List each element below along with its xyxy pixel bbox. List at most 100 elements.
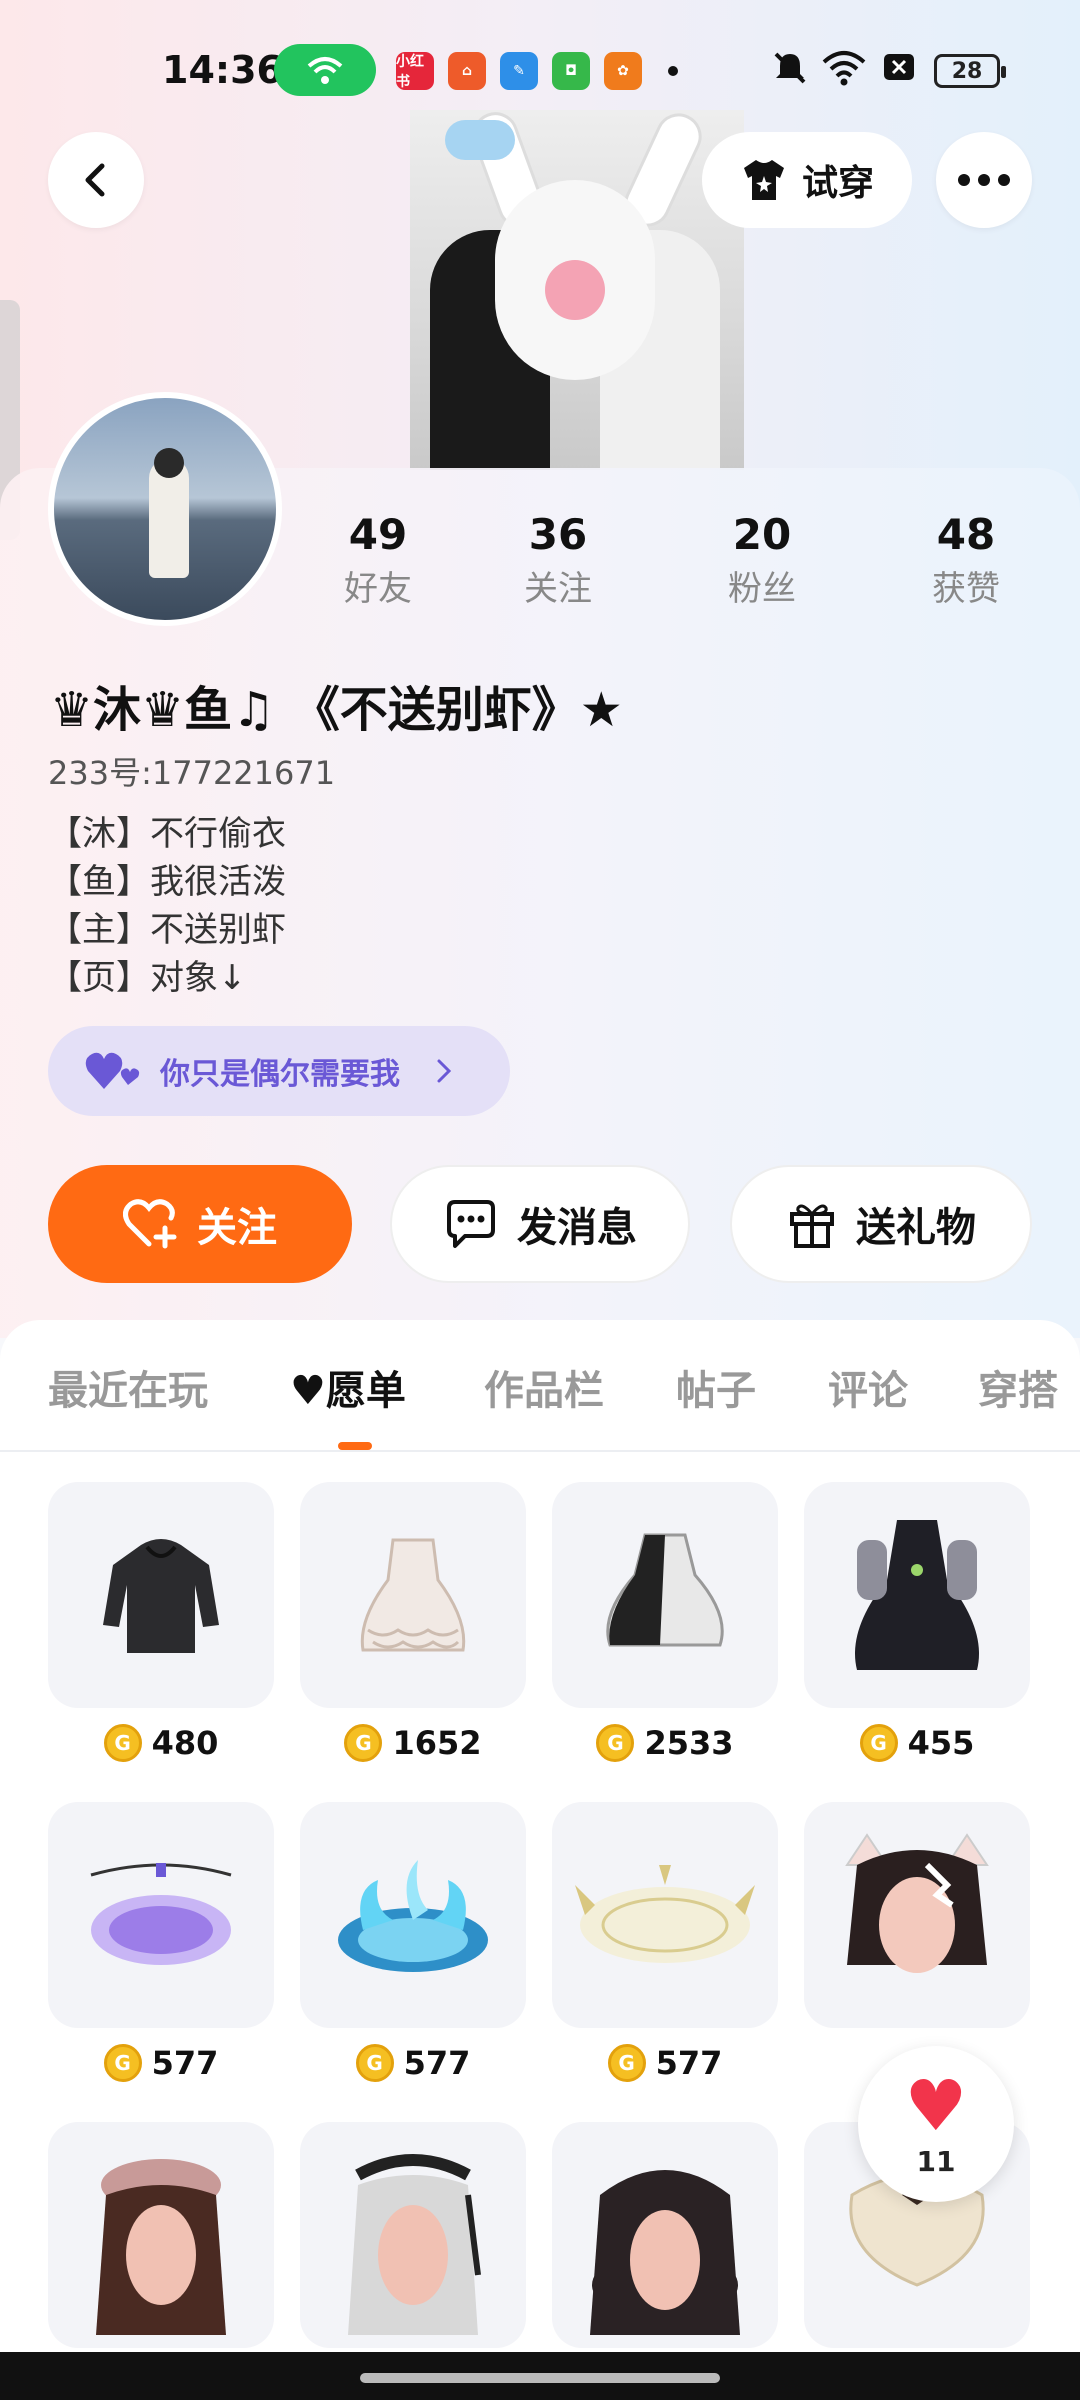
send-gift-button[interactable]: 送礼物 [730, 1165, 1032, 1283]
item-price-value: 577 [151, 2044, 219, 2082]
gold-magic-circle-image [575, 1865, 755, 1963]
item-price-value: 577 [403, 2044, 471, 2082]
more-dots-icon [958, 174, 1010, 186]
curly-black-hairstyle-image [590, 2170, 740, 2335]
chat-bubble-icon [447, 1200, 495, 1248]
tshirt-icon [743, 160, 784, 200]
coin-icon: G [355, 2044, 394, 2082]
item-price: G 480 [48, 1724, 274, 1762]
stat-following[interactable]: 36 关注 [488, 510, 628, 610]
beret-hairstyle-image [96, 2159, 226, 2335]
profile-tag-pill[interactable]: 你只是偶尔需要我 [48, 1026, 510, 1116]
wifi-icon [822, 50, 866, 95]
black-white-dress-image [606, 1533, 724, 1647]
chevron-left-icon [85, 163, 105, 197]
stat-likes[interactable]: 48 获赞 [896, 510, 1036, 610]
purple-magic-circle-image [90, 1863, 232, 1965]
character-avatar-hero [410, 110, 744, 470]
like-button[interactable]: ♥ 11 [858, 2046, 1014, 2202]
black-hoodie-image [103, 1539, 219, 1653]
green-app-icon: ◘ [552, 52, 590, 90]
status-bar: 14:36 小红书 ⌂ ✎ ◘ ✿ 28 [0, 0, 1080, 140]
stat-friends-count: 49 [348, 510, 408, 559]
status-time: 14:36 [162, 48, 283, 92]
avatar[interactable] [48, 392, 282, 626]
bio-line: 【页】对象↓ [48, 958, 247, 998]
wishlist-item[interactable] [300, 1802, 526, 2028]
item-price-value: 480 [151, 1724, 219, 1762]
item-price: G 577 [300, 2044, 526, 2082]
feather-app-icon: ✎ [500, 52, 538, 90]
tab-wishlist[interactable]: ♥愿单 [290, 1358, 406, 1416]
gift-icon [790, 1204, 834, 1248]
stat-following-count: 36 [528, 510, 588, 559]
coin-icon: G [103, 1724, 142, 1762]
orange-app-icon: ✿ [604, 52, 642, 90]
hearts-icon [85, 1052, 140, 1089]
wishlist-item[interactable] [300, 2122, 526, 2348]
stat-followers-label: 粉丝 [728, 569, 796, 609]
message-button[interactable]: 发消息 [390, 1165, 690, 1283]
wishlist-item[interactable] [300, 1482, 526, 1708]
item-price: G 455 [804, 1724, 1030, 1762]
wishlist-item[interactable] [48, 1802, 274, 2028]
item-price-value: 455 [907, 1724, 975, 1762]
item-price: G 577 [552, 2044, 778, 2082]
bio-line: 【沐】不行偷衣 [48, 814, 286, 854]
white-lolita-dress-image [360, 1538, 466, 1652]
home-indicator[interactable] [360, 2373, 720, 2383]
item-price-value: 1652 [392, 1724, 482, 1762]
chevron-right-icon [437, 1059, 452, 1083]
cat-ear-hairstyle-image [845, 1833, 989, 1973]
wishlist-item[interactable] [552, 1802, 778, 2028]
item-price-value: 577 [655, 2044, 723, 2082]
blue-flame-circle-image [338, 1860, 488, 1972]
stat-likes-count: 48 [936, 510, 996, 559]
stat-followers[interactable]: 20 粉丝 [692, 510, 832, 610]
xiaohongshu-app-icon: 小红书 [396, 52, 434, 90]
tab-works[interactable]: 作品栏 [484, 1358, 604, 1416]
dark-gothic-dress-image [855, 1520, 979, 1670]
tab-comments[interactable]: 评论 [828, 1358, 908, 1416]
stat-friends[interactable]: 49 好友 [308, 510, 448, 610]
stat-likes-label: 获赞 [932, 569, 1000, 609]
item-price-value: 2533 [644, 1724, 734, 1762]
tab-posts[interactable]: 帖子 [676, 1358, 756, 1416]
coin-icon: G [344, 1724, 383, 1762]
send-gift-label: 送礼物 [856, 1205, 976, 1251]
profile-name: ♛沐♛鱼♫ 《不送别虾》★ [50, 682, 623, 738]
stat-following-label: 关注 [524, 569, 592, 609]
tab-outfits[interactable]: 穿搭 [978, 1358, 1058, 1416]
try-on-label: 试穿 [801, 163, 874, 204]
heart-plus-icon [123, 1199, 177, 1249]
profile-bio: 【沐】不行偷衣 【鱼】我很活泼 【主】不送别虾 【页】对象↓ [48, 810, 286, 1002]
store-app-icon: ⌂ [448, 52, 486, 90]
wishlist-item[interactable] [804, 1802, 1030, 2028]
back-button[interactable] [48, 132, 144, 228]
profile-uid[interactable]: 233号:177221671 [48, 748, 335, 794]
item-price: G 2533 [552, 1724, 778, 1762]
item-price: G 1652 [300, 1724, 526, 1762]
hotspot-pill-icon [274, 44, 376, 96]
tab-recently-played[interactable]: 最近在玩 [48, 1358, 208, 1416]
battery-icon: 28 [934, 54, 1006, 88]
follow-button[interactable]: 关注 [48, 1165, 352, 1283]
profile-tag-text: 你只是偶尔需要我 [160, 1057, 400, 1092]
bio-line: 【主】不送别虾 [48, 910, 286, 950]
silver-maid-hairstyle-image [348, 2154, 481, 2335]
coin-icon: G [607, 2044, 646, 2082]
more-button[interactable] [936, 132, 1032, 228]
follow-label: 关注 [197, 1205, 277, 1251]
active-tab-indicator [338, 1442, 372, 1450]
wishlist-item[interactable] [48, 2122, 274, 2348]
wishlist-item[interactable] [48, 1482, 274, 1708]
stat-friends-label: 好友 [344, 569, 412, 609]
heart-icon: ♥ [904, 2064, 968, 2147]
try-on-button[interactable]: 试穿 [702, 132, 912, 228]
sim-x-icon [882, 50, 916, 93]
wishlist-item[interactable] [804, 1482, 1030, 1708]
coin-icon: G [103, 2044, 142, 2082]
wishlist-item[interactable] [552, 2122, 778, 2348]
like-count: 11 [916, 2144, 956, 2178]
wishlist-item[interactable] [552, 1482, 778, 1708]
